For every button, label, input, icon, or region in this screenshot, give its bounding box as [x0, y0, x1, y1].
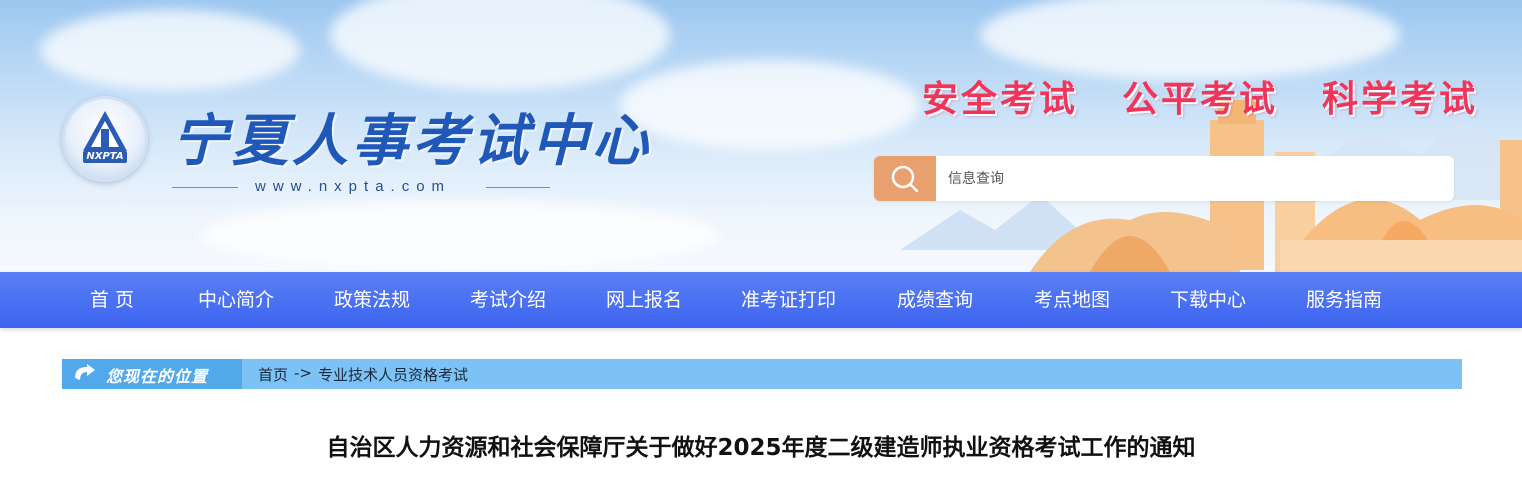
nav-item-downloads[interactable]: 下载中心	[1170, 272, 1246, 328]
nav-item-service-guide[interactable]: 服务指南	[1306, 272, 1382, 328]
cloud-decoration	[980, 0, 1400, 80]
breadcrumb-category-link[interactable]: 专业技术人员资格考试	[318, 364, 468, 385]
divider-line	[172, 187, 238, 188]
nav-item-about[interactable]: 中心简介	[198, 272, 274, 328]
site-title: 宁夏人事考试中心	[172, 108, 652, 174]
nav-item-score-query[interactable]: 成绩查询	[897, 272, 973, 328]
breadcrumb-trail: 首页 -> 专业技术人员资格考试	[258, 364, 468, 385]
nav-item-policies[interactable]: 政策法规	[334, 272, 410, 328]
breadcrumb: 您现在的位置 首页 -> 专业技术人员资格考试	[62, 359, 1462, 389]
breadcrumb-home-link[interactable]: 首页	[258, 364, 288, 385]
breadcrumb-separator: ->	[294, 364, 312, 382]
search-input[interactable]	[948, 164, 1438, 194]
article-title: 自治区人力资源和社会保障厅关于做好2025年度二级建造师执业资格考试工作的通知	[326, 435, 1196, 461]
site-url: www.nxpta.com	[255, 178, 452, 195]
slogan-safe: 安全考试	[922, 79, 1079, 120]
cloud-decoration	[200, 200, 720, 270]
nav-item-exam-intro[interactable]: 考试介绍	[470, 272, 546, 328]
slogan-scientific: 科学考试	[1322, 79, 1479, 120]
slogan-fair: 公平考试	[1122, 79, 1279, 120]
breadcrumb-label: 您现在的位置	[106, 367, 209, 386]
nav-item-admission-ticket[interactable]: 准考证打印	[741, 272, 836, 328]
cloud-decoration	[620, 60, 920, 150]
cloud-decoration	[40, 10, 300, 90]
header-banner: NXPTA 宁夏人事考试中心 www.nxpta.com 安全考试 公平考试 科…	[0, 0, 1522, 272]
logo-emblem-icon	[83, 111, 127, 163]
slogan-group: 安全考试 公平考试 科学考试	[922, 70, 1478, 122]
main-nav: 首 页 中心简介 政策法规 考试介绍 网上报名 准考证打印 成绩查询 考点地图 …	[0, 272, 1522, 328]
search-bar	[874, 156, 1454, 201]
nav-item-online-registration[interactable]: 网上报名	[606, 272, 682, 328]
nav-item-home[interactable]: 首 页	[90, 272, 134, 328]
site-logo[interactable]: NXPTA	[62, 96, 148, 182]
divider-line	[486, 187, 550, 188]
search-button[interactable]	[874, 156, 936, 201]
cloud-decoration	[330, 0, 670, 90]
logo-text: NXPTA	[86, 151, 124, 162]
location-arrow-icon	[75, 364, 95, 380]
search-icon	[891, 165, 919, 193]
nav-item-exam-site-map[interactable]: 考点地图	[1034, 272, 1110, 328]
breadcrumb-label-box: 您现在的位置	[62, 359, 242, 389]
